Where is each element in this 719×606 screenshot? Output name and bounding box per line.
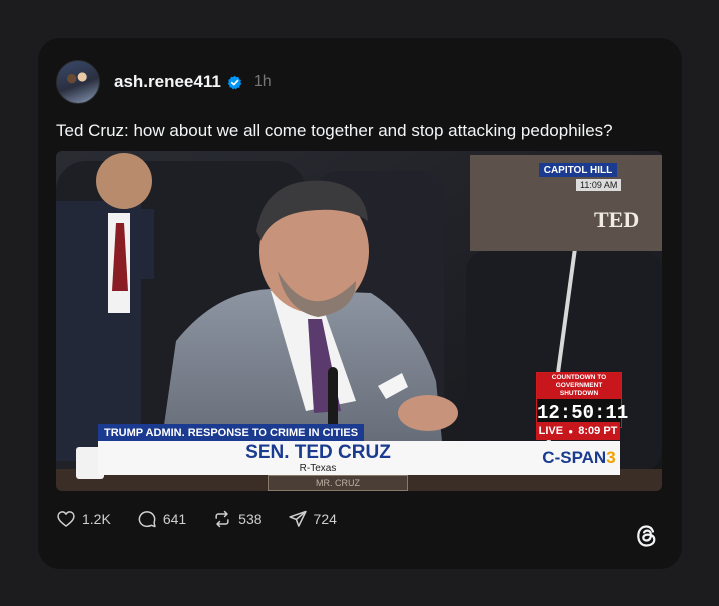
action-bar: 1.2K 641 538 724: [56, 508, 363, 530]
repost-icon: [215, 510, 229, 528]
share-count: 724: [313, 511, 337, 527]
reply-button[interactable]: 641: [137, 509, 186, 529]
threads-logo-icon[interactable]: [634, 523, 660, 549]
live-time: 8:09 PT: [578, 425, 618, 437]
send-icon: [288, 510, 307, 527]
post-time: 1h: [253, 73, 272, 90]
speaker-chyron: SEN. TED CRUZ R-Texas: [98, 441, 538, 475]
live-label: LIVE: [538, 425, 564, 437]
desk-nameplate: MR. CRUZ: [268, 475, 408, 491]
speaker-party: R-Texas: [299, 463, 337, 474]
speaker-name: SEN. TED CRUZ: [245, 442, 391, 463]
live-indicator: LIVE ● 8:09 PT: [536, 422, 620, 440]
network-number: 3: [606, 448, 616, 467]
verified-badge-icon: [227, 75, 242, 90]
nameplate-text: TED: [594, 207, 640, 232]
repost-button[interactable]: 538: [212, 509, 262, 529]
like-button[interactable]: 1.2K: [56, 509, 111, 529]
capitol-hill-bug: CAPITOL HILL: [539, 163, 617, 177]
video-frame[interactable]: TED CAPITOL HILL 11:09 AM COUNTDOWN TO G…: [56, 151, 662, 491]
share-button[interactable]: 724: [288, 509, 337, 529]
avatar[interactable]: [56, 60, 100, 104]
countdown-title: COUNTDOWN TO GOVERNMENT SHUTDOWN: [537, 373, 621, 399]
live-dot-icon: ●: [568, 426, 574, 436]
reply-count: 641: [162, 511, 187, 527]
network-name: C-SPAN: [542, 448, 607, 467]
repost-count: 538: [238, 511, 262, 527]
like-count: 1.2K: [82, 511, 111, 527]
comment-bubble-icon: [138, 511, 156, 528]
threads-post-card: ash.renee411 1h Ted Cruz: how about we a…: [38, 38, 682, 569]
post-header: ash.renee411 1h: [56, 60, 272, 104]
heart-icon: [57, 511, 75, 527]
network-logo: C-SPAN 3: [538, 441, 620, 475]
post-text: Ted Cruz: how about we all come together…: [56, 121, 613, 140]
capitol-hill-time: 11:09 AM: [576, 179, 622, 191]
topic-banner: TRUMP ADMIN. RESPONSE TO CRIME IN CITIES: [98, 424, 365, 442]
username[interactable]: ash.renee411: [114, 72, 221, 92]
countdown-box: COUNTDOWN TO GOVERNMENT SHUTDOWN 12:50:1…: [536, 372, 628, 428]
